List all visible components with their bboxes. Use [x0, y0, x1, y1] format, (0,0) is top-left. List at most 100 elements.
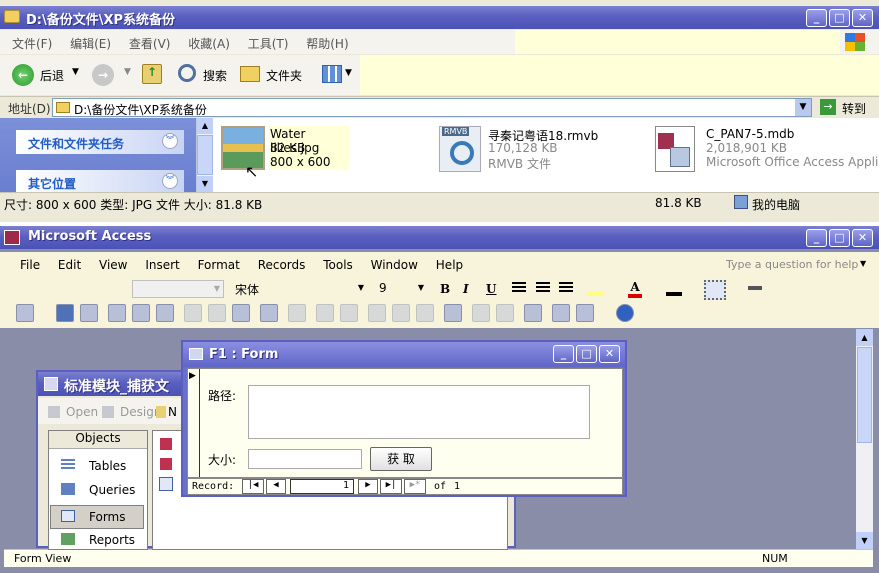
save-icon[interactable] — [56, 304, 74, 322]
address-dropdown-icon[interactable]: ▼ — [795, 99, 811, 116]
print-preview-icon[interactable] — [132, 304, 150, 322]
mdi-scrollbar[interactable]: ▲ ▼ — [856, 329, 873, 549]
menu-tools[interactable]: Tools — [323, 258, 353, 272]
open-button[interactable]: Open — [66, 405, 98, 419]
first-record-button[interactable]: |◀ — [242, 479, 264, 494]
form-title-bar[interactable]: F1 : Form _ □ ✕ — [183, 342, 625, 367]
file-item[interactable]: RMVB 寻秦记粤语18.rmvb 170,128 KB RMVB 文件 — [435, 122, 645, 182]
back-button[interactable]: 后退 — [40, 67, 64, 84]
menu-records[interactable]: Records — [258, 258, 306, 272]
paste-icon[interactable] — [232, 304, 250, 322]
menu-file[interactable]: 文件(F) — [12, 37, 52, 51]
new-record-icon[interactable] — [472, 304, 490, 322]
font-name-select[interactable]: 宋体 ▼ — [232, 280, 368, 298]
folders-button[interactable]: 文件夹 — [266, 67, 302, 84]
new-button[interactable]: N — [168, 405, 177, 419]
filter-form-icon[interactable] — [392, 304, 410, 322]
bold-button[interactable]: B — [440, 282, 450, 296]
undo-icon[interactable] — [260, 304, 278, 322]
path-textbox[interactable] — [248, 385, 590, 439]
minimize-button[interactable]: _ — [806, 229, 827, 247]
sort-ascending-icon[interactable] — [316, 304, 334, 322]
hyperlink-icon[interactable] — [288, 304, 306, 322]
font-size-select[interactable]: 9 ▼ — [376, 280, 426, 298]
menu-edit[interactable]: 编辑(E) — [70, 37, 111, 51]
underline-button[interactable]: U — [486, 282, 496, 296]
new-record-nav-button[interactable]: ▶* — [404, 479, 426, 494]
access-title-bar[interactable]: Microsoft Access _ □ ✕ — [0, 226, 879, 249]
menu-help[interactable]: Help — [436, 258, 463, 272]
spelling-icon[interactable] — [156, 304, 174, 322]
up-folder-icon[interactable]: ↑ — [142, 64, 162, 84]
file-search-icon[interactable] — [80, 304, 98, 322]
minimize-button[interactable]: _ — [806, 9, 827, 27]
menu-file[interactable]: File — [20, 258, 40, 272]
back-dropdown-icon[interactable]: ▼ — [72, 67, 79, 77]
previous-record-button[interactable]: ◀ — [266, 479, 286, 494]
help-search-input[interactable]: Type a question for help — [726, 258, 858, 271]
next-record-button[interactable]: ▶ — [358, 479, 378, 494]
form-item-icon[interactable] — [159, 477, 173, 491]
views-icon[interactable] — [322, 65, 342, 83]
file-item[interactable]: C_PAN7-5.mdb 2,018,901 KB Microsoft Offi… — [651, 122, 879, 182]
size-textbox[interactable] — [248, 449, 362, 469]
chevron-icon[interactable]: ︾ — [162, 133, 178, 149]
menu-format[interactable]: Format — [198, 258, 240, 272]
maximize-button[interactable]: □ — [829, 229, 850, 247]
menu-help[interactable]: 帮助(H) — [306, 37, 348, 51]
views-dropdown-icon[interactable]: ▼ — [345, 68, 352, 78]
form-item-icon[interactable] — [159, 437, 173, 451]
fill-color-icon[interactable] — [588, 280, 604, 296]
find-icon[interactable] — [444, 304, 462, 322]
address-input[interactable]: D:\备份文件\XP系统备份 ▼ — [52, 98, 812, 117]
align-right-icon[interactable] — [559, 282, 573, 294]
menu-edit[interactable]: Edit — [58, 258, 81, 272]
objects-item-tables[interactable]: Tables — [51, 457, 145, 479]
filter-selection-icon[interactable] — [368, 304, 386, 322]
go-icon[interactable]: → — [820, 99, 836, 115]
task-panel-file-tasks[interactable]: 文件和文件夹任务 ︾ — [16, 130, 184, 154]
menu-favorites[interactable]: 收藏(A) — [188, 37, 230, 51]
task-pane-scrollbar[interactable]: ▲ ▼ — [196, 118, 213, 192]
apply-filter-icon[interactable] — [416, 304, 434, 322]
minimize-button[interactable]: _ — [553, 345, 574, 363]
forward-dropdown-icon[interactable]: ▼ — [124, 67, 131, 77]
get-button[interactable]: 获 取 — [370, 447, 432, 471]
copy-icon[interactable] — [208, 304, 226, 322]
menu-window[interactable]: Window — [371, 258, 418, 272]
close-button[interactable]: ✕ — [852, 229, 873, 247]
forward-icon[interactable]: → — [92, 64, 114, 86]
file-item[interactable]: Water lilies.jpg 82 KB 800 x 600 ↖ — [217, 122, 349, 182]
objects-item-reports[interactable]: Reports — [51, 531, 145, 553]
record-selector[interactable]: ▶ — [188, 369, 200, 477]
properties-icon[interactable] — [524, 304, 542, 322]
new-object-icon[interactable] — [576, 304, 594, 322]
help-icon[interactable] — [616, 304, 634, 322]
form-item-icon[interactable] — [159, 457, 173, 471]
align-center-icon[interactable] — [536, 282, 550, 294]
record-number-input[interactable]: 1 — [290, 479, 354, 494]
explorer-title-bar[interactable]: D:\备份文件\XP系统备份 _ □ ✕ — [0, 6, 879, 29]
view-icon[interactable] — [16, 304, 34, 322]
italic-button[interactable]: I — [463, 282, 469, 296]
close-button[interactable]: ✕ — [599, 345, 620, 363]
chevron-icon[interactable]: ︾ — [162, 173, 178, 189]
menu-view[interactable]: View — [99, 258, 127, 272]
print-icon[interactable] — [108, 304, 126, 322]
objects-item-forms[interactable]: Forms — [50, 505, 144, 529]
line-color-icon[interactable] — [666, 280, 682, 296]
delete-record-icon[interactable] — [496, 304, 514, 322]
help-dropdown-icon[interactable]: ▼ — [860, 259, 866, 268]
menu-tools[interactable]: 工具(T) — [248, 37, 289, 51]
maximize-button[interactable]: □ — [829, 9, 850, 27]
border-icon[interactable] — [704, 280, 726, 300]
close-button[interactable]: ✕ — [852, 9, 873, 27]
object-combo[interactable]: ▼ — [132, 280, 224, 298]
sort-descending-icon[interactable] — [340, 304, 358, 322]
menu-insert[interactable]: Insert — [145, 258, 179, 272]
database-window-icon[interactable] — [552, 304, 570, 322]
align-left-icon[interactable] — [512, 282, 526, 294]
task-panel-other-places[interactable]: 其它位置 ︾ — [16, 170, 184, 192]
menu-view[interactable]: 查看(V) — [129, 37, 171, 51]
font-color-icon[interactable]: A — [628, 280, 642, 298]
